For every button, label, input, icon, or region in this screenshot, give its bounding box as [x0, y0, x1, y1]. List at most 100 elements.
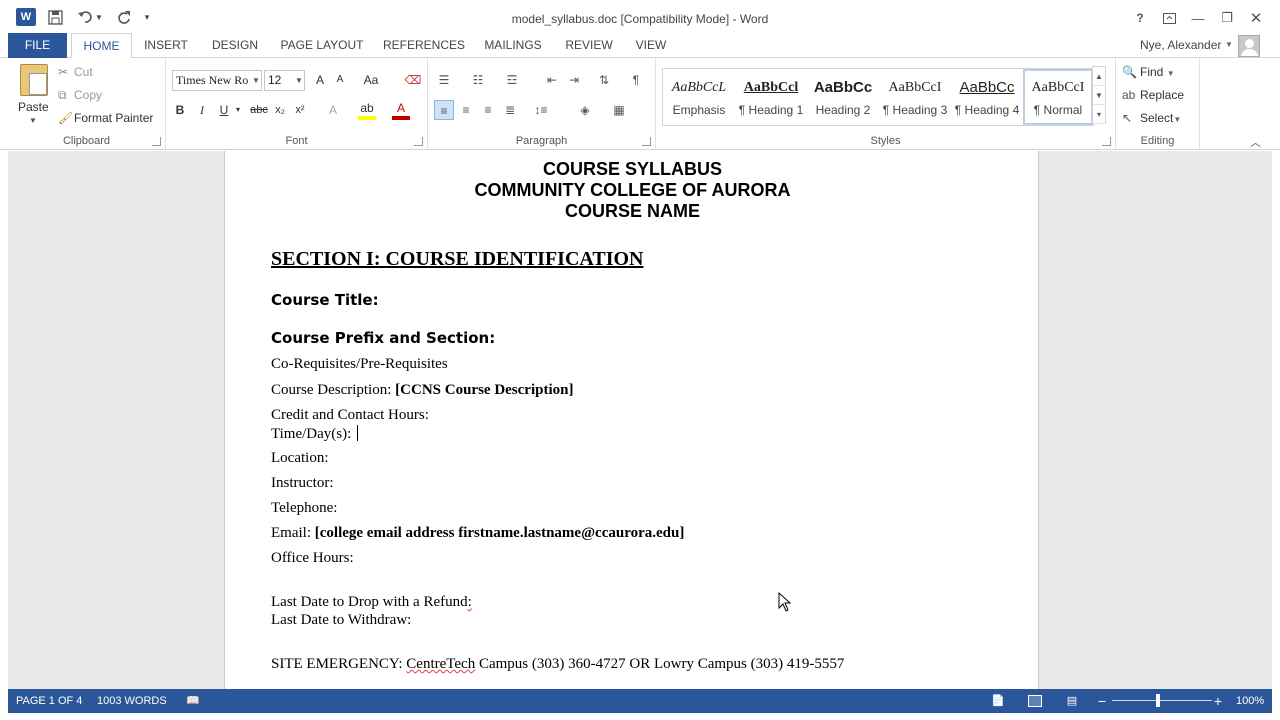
tab-review[interactable]: REVIEW [560, 33, 618, 58]
style-heading-2[interactable]: AaBbCc Heading 2 [807, 69, 879, 125]
style-sample: AaBbCcL [671, 80, 727, 95]
tab-insert[interactable]: INSERT [138, 33, 194, 58]
user-dropdown-icon[interactable]: ▼ [1225, 40, 1233, 49]
word-count[interactable]: 1003 WORDS [97, 689, 167, 713]
clipboard-launcher-icon[interactable] [152, 137, 161, 146]
font-color-button[interactable]: A [392, 100, 410, 120]
style-heading-4[interactable]: AaBbCc ¶ Heading 4 [951, 69, 1023, 125]
tab-page-layout[interactable]: PAGE LAYOUT [276, 33, 368, 58]
ribbon-display-options-icon[interactable] [1159, 9, 1179, 27]
tab-design[interactable]: DESIGN [204, 33, 266, 58]
shrink-font-button[interactable]: A [332, 70, 348, 90]
underline-dropdown-icon[interactable]: ▾ [234, 100, 242, 120]
tab-home[interactable]: HOME [71, 33, 132, 59]
print-layout-icon[interactable] [1026, 689, 1044, 713]
credit-hours-line: Credit and Contact Hours: [271, 407, 429, 423]
gallery-up-icon[interactable]: ▲ [1093, 67, 1105, 86]
multilevel-list-icon[interactable]: ☲ [502, 70, 522, 90]
font-name-field[interactable]: Times New Ro [172, 70, 262, 91]
bullets-icon[interactable]: ☰ [434, 70, 454, 90]
paragraph-group: ☰ ☷ ☲ ⇤ ⇥ ⇅ ¶ ≡ ≡ ≡ ≣ ↕≡ ◈ ▦ Paragraph [428, 58, 656, 150]
read-mode-icon[interactable]: 📄 [990, 689, 1006, 713]
cut-button[interactable]: ✂ Cut [58, 63, 93, 81]
styles-gallery: AaBbCcL Emphasis AaBbCcl ¶ Heading 1 AaB… [662, 68, 1094, 126]
italic-button[interactable]: I [194, 100, 210, 120]
zoom-slider-thumb[interactable] [1156, 694, 1160, 707]
grow-font-button[interactable]: A [312, 70, 328, 90]
subscript-button[interactable]: x₂ [272, 100, 288, 120]
tab-mailings[interactable]: MAILINGS [478, 33, 548, 58]
style-heading-3[interactable]: AaBbCcI ¶ Heading 3 [879, 69, 951, 125]
show-formatting-marks-icon[interactable]: ¶ [626, 70, 646, 90]
web-layout-icon[interactable]: ▤ [1064, 689, 1080, 713]
select-button[interactable]: ↖ Select▼ [1122, 108, 1181, 128]
align-center-icon[interactable]: ≡ [456, 100, 476, 120]
paintbrush-icon: 🖌 [58, 111, 74, 125]
borders-icon[interactable]: ▦ [608, 100, 630, 120]
gallery-more-icon[interactable]: ▾ [1093, 105, 1105, 124]
style-sample: AaBbCcI [1031, 80, 1085, 95]
tab-references[interactable]: REFERENCES [380, 33, 468, 58]
find-button[interactable]: 🔍 Find ▼ [1122, 62, 1175, 82]
style-emphasis[interactable]: AaBbCcL Emphasis [663, 69, 735, 125]
drop-date-colon: : [467, 594, 472, 610]
numbering-icon[interactable]: ☷ [468, 70, 488, 90]
location-line: Location: [271, 450, 329, 466]
help-button[interactable]: ? [1130, 9, 1150, 27]
paragraph-launcher-icon[interactable] [642, 137, 651, 146]
zoom-slider[interactable] [1112, 700, 1212, 701]
shading-icon[interactable]: ◈ [574, 100, 596, 120]
clear-formatting-icon[interactable]: ⌫ [404, 70, 422, 90]
replace-button[interactable]: ab Replace [1122, 85, 1184, 105]
time-day-label: Time/Day(s): [271, 426, 352, 442]
justify-icon[interactable]: ≣ [500, 100, 520, 120]
increase-indent-icon[interactable]: ⇥ [564, 70, 584, 90]
highlight-button[interactable]: ab [358, 100, 376, 120]
paste-icon[interactable] [20, 64, 48, 96]
font-group: Times New Ro ▼ 12 ▼ A A Aa ⌫ B I U ▾ abc… [166, 58, 428, 150]
line-spacing-icon[interactable]: ↕≡ [530, 100, 552, 120]
zoom-out-button[interactable]: − [1096, 689, 1108, 713]
copy-button[interactable]: ⧉ Copy [58, 86, 102, 104]
paste-button[interactable]: Paste [18, 100, 49, 114]
proofing-icon[interactable]: 📖 [186, 689, 200, 713]
close-button[interactable]: ✕ [1246, 9, 1266, 27]
zoom-in-button[interactable]: + [1212, 689, 1224, 713]
style-normal[interactable]: AaBbCcI ¶ Normal [1023, 69, 1093, 125]
decrease-indent-icon[interactable]: ⇤ [542, 70, 562, 90]
window-title: model_syllabus.doc [Compatibility Mode] … [511, 12, 769, 26]
font-name-dropdown-icon[interactable]: ▼ [252, 76, 260, 85]
format-painter-button[interactable]: 🖌Format Painter [58, 109, 153, 127]
change-case-button[interactable]: Aa [360, 70, 382, 90]
collapse-ribbon-icon[interactable]: ︿ [1250, 134, 1261, 150]
tab-view[interactable]: VIEW [630, 33, 672, 58]
text-effects-button[interactable]: A [324, 100, 342, 120]
superscript-button[interactable]: x² [292, 100, 308, 120]
font-launcher-icon[interactable] [414, 137, 423, 146]
style-name: ¶ Heading 3 [882, 103, 948, 117]
minimize-button[interactable]: — [1188, 9, 1208, 27]
gallery-down-icon[interactable]: ▼ [1093, 86, 1105, 105]
style-heading-1[interactable]: AaBbCcl ¶ Heading 1 [735, 69, 807, 125]
user-name[interactable]: Nye, Alexander [1140, 38, 1221, 52]
bold-button[interactable]: B [172, 100, 188, 120]
align-right-icon[interactable]: ≡ [478, 100, 498, 120]
document-page[interactable]: COURSE SYLLABUS COMMUNITY COLLEGE OF AUR… [224, 151, 1039, 689]
document-canvas: COURSE SYLLABUS COMMUNITY COLLEGE OF AUR… [8, 151, 1272, 689]
underline-button[interactable]: U [216, 100, 232, 120]
email-line: Email: [college email address firstname.… [271, 525, 684, 542]
email-label: Email: [271, 525, 315, 541]
font-size-dropdown-icon[interactable]: ▼ [295, 76, 303, 85]
email-value: [college email address firstname.lastnam… [314, 525, 685, 541]
zoom-level[interactable]: 100% [1236, 689, 1264, 713]
sort-icon[interactable]: ⇅ [594, 70, 614, 90]
strikethrough-button[interactable]: abc [250, 100, 268, 120]
copy-icon: ⧉ [58, 88, 67, 102]
paste-dropdown-icon[interactable]: ▼ [29, 116, 37, 125]
restore-button[interactable]: ❐ [1217, 9, 1237, 27]
avatar[interactable] [1238, 35, 1260, 57]
align-left-icon[interactable]: ≡ [434, 100, 454, 120]
styles-launcher-icon[interactable] [1102, 137, 1111, 146]
page-count[interactable]: PAGE 1 OF 4 [16, 689, 82, 713]
tab-file[interactable]: FILE [8, 33, 67, 58]
